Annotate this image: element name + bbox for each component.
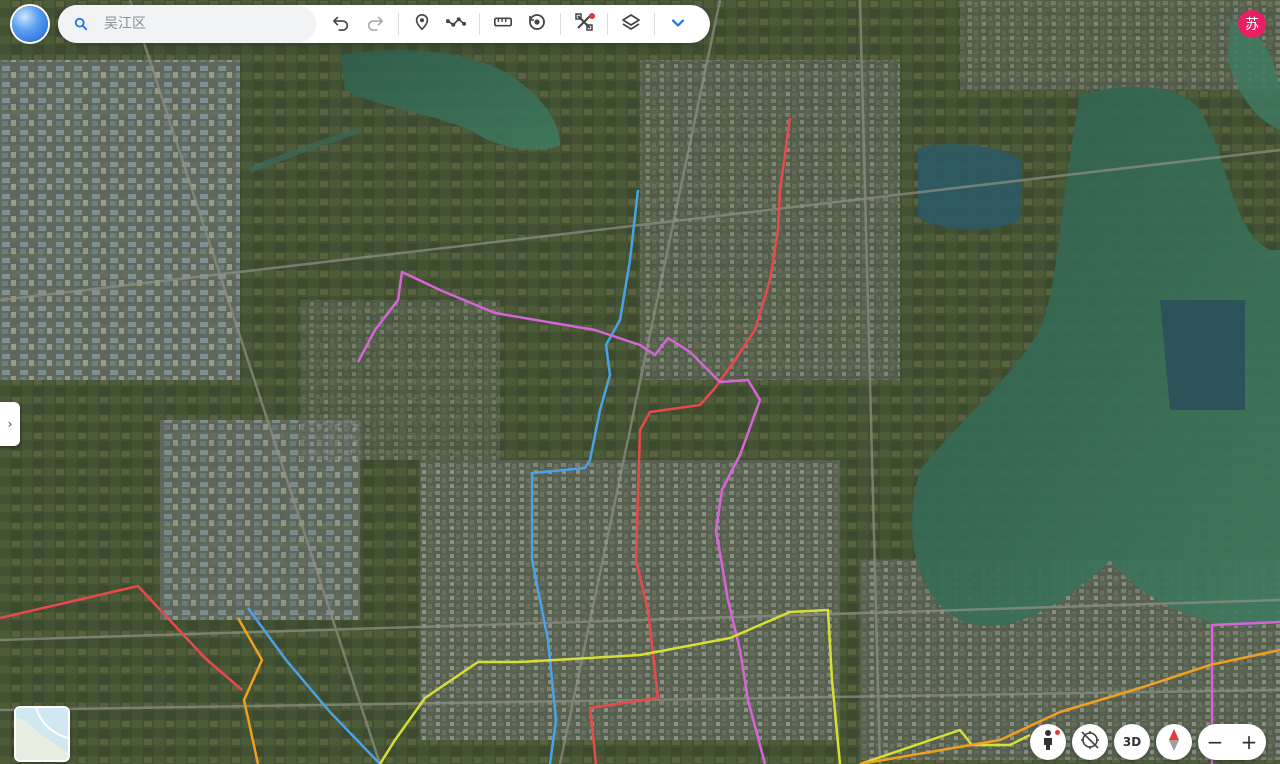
undo-icon [332,13,350,35]
satellite-map[interactable] [0,0,1280,764]
basemap-switcher[interactable] [14,706,70,762]
street-view-dot [1055,730,1060,735]
history-button[interactable] [520,7,554,41]
more-options-button[interactable] [661,7,695,41]
app-logo[interactable] [12,6,48,42]
compass-button[interactable] [1156,724,1192,760]
redo-icon [366,13,384,35]
toolbar-divider [560,13,561,35]
toolbar-divider [654,13,655,35]
ruler-icon [493,13,513,35]
undo-button[interactable] [324,7,358,41]
search-box [58,5,316,43]
zoom-out-button[interactable]: − [1198,724,1232,760]
3d-view-label: 3D [1122,735,1142,749]
search-icon[interactable] [74,17,88,31]
history-icon [527,12,547,36]
draw-path-button[interactable] [439,7,473,41]
user-avatar[interactable]: 苏 [1238,10,1266,38]
toolbar-divider [398,13,399,35]
map-thumbnail-icon [16,708,68,760]
zoom-control: − + [1198,724,1266,760]
main-toolbar [58,5,710,43]
compass-rose-icon [1079,729,1101,755]
toolbar-divider [479,13,480,35]
layers-button[interactable] [614,7,648,41]
layers-icon [621,12,641,36]
add-marker-button[interactable] [405,7,439,41]
pegman-icon [1040,729,1056,755]
search-input[interactable] [102,15,296,33]
marker-icon [413,13,431,35]
toolbar-divider [607,13,608,35]
chevron-right-icon: › [7,417,13,431]
satellite-tools-button[interactable] [567,7,601,41]
chevron-down-icon [671,15,685,34]
side-panel-toggle[interactable]: › [0,402,20,446]
measure-button[interactable] [486,7,520,41]
zoom-in-button[interactable]: + [1232,724,1266,760]
path-icon [445,13,467,35]
redo-button[interactable] [358,7,392,41]
notification-dot [589,13,595,19]
street-view-button[interactable] [1030,724,1066,760]
reset-tilt-button[interactable] [1072,724,1108,760]
compass-needle-icon [1167,728,1181,756]
3d-view-button[interactable]: 3D [1114,724,1150,760]
